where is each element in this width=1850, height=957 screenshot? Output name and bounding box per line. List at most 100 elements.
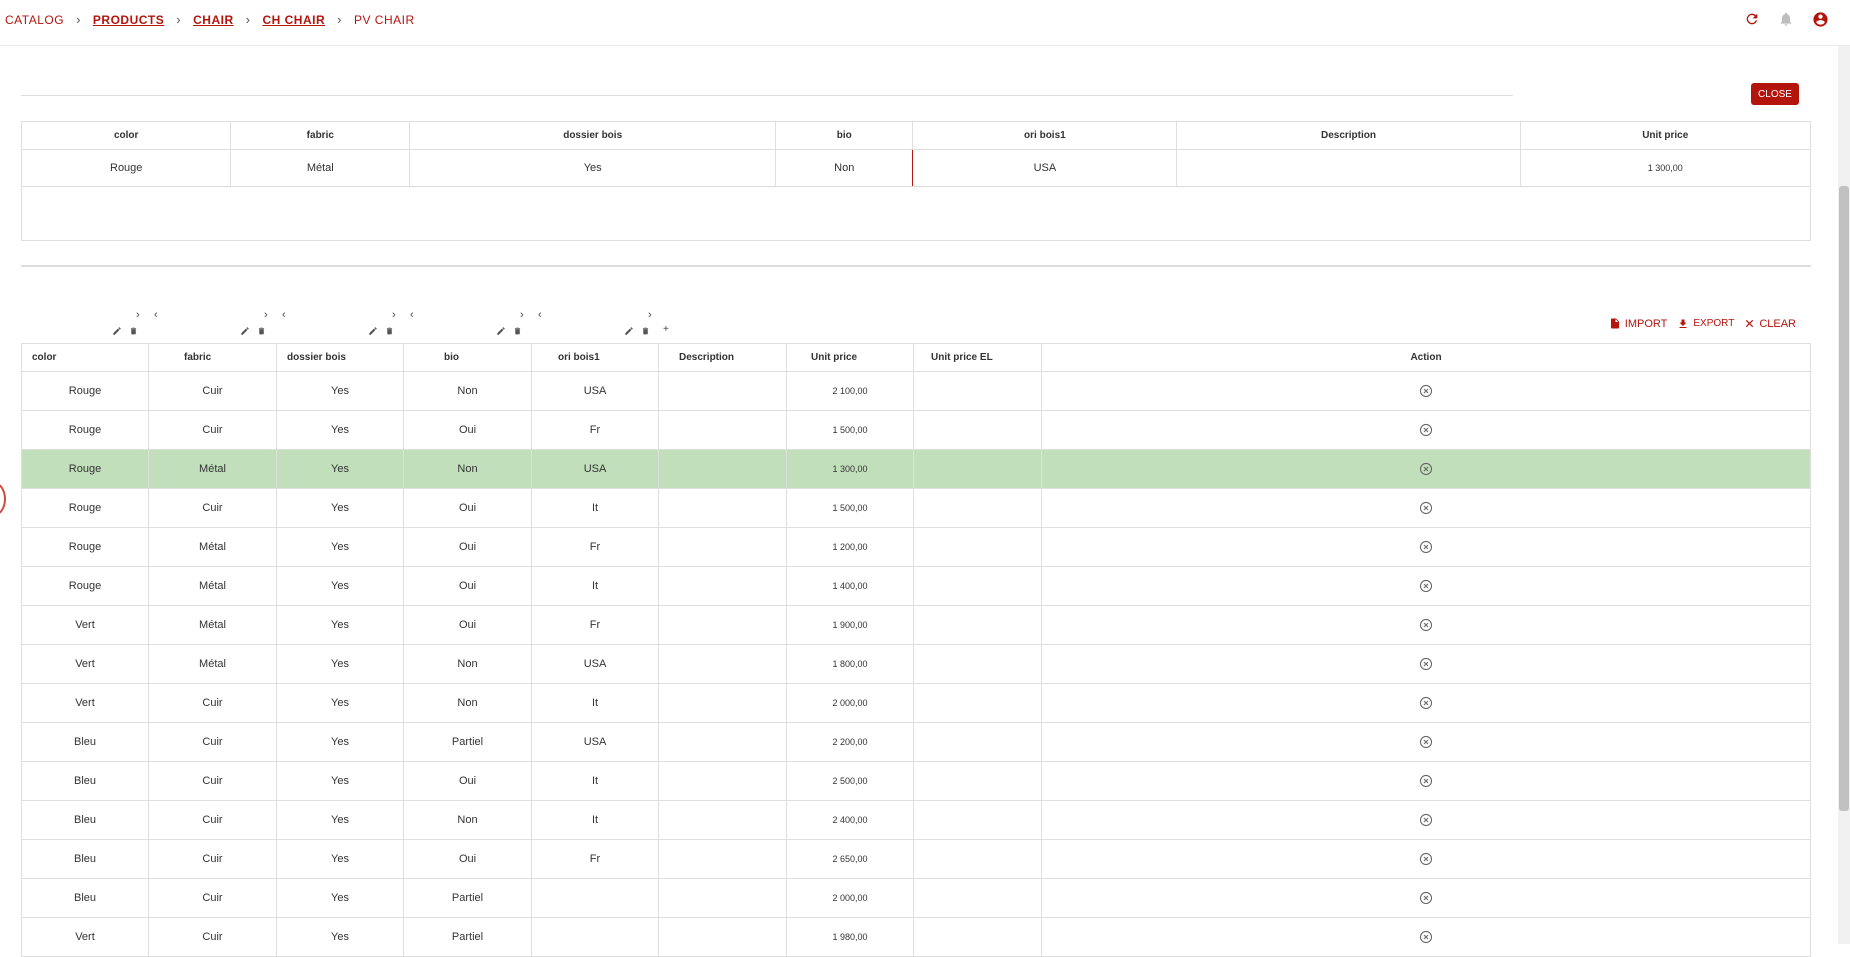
column-header[interactable]: bio xyxy=(403,343,532,372)
close-button[interactable]: CLOSE xyxy=(1751,83,1799,105)
move-column-left-icon[interactable]: ‹ xyxy=(410,309,414,321)
table-cell[interactable]: Oui xyxy=(403,761,532,801)
table-cell[interactable]: Yes xyxy=(276,683,404,723)
table-cell[interactable] xyxy=(531,878,659,918)
table-cell[interactable]: Cuir xyxy=(148,683,277,723)
move-column-left-icon[interactable]: ‹ xyxy=(282,309,286,321)
table-cell[interactable] xyxy=(658,488,787,528)
table-cell[interactable]: Cuir xyxy=(148,878,277,918)
table-cell[interactable]: Oui xyxy=(403,488,532,528)
edit-column-icon[interactable] xyxy=(624,326,634,336)
table-cell[interactable] xyxy=(658,410,787,450)
table-cell[interactable]: It xyxy=(531,800,659,840)
table-row[interactable]: Vert Métal Yes Non USA 1 800,00 xyxy=(21,644,1811,684)
table-cell[interactable] xyxy=(658,917,787,957)
column-header[interactable]: Unit price EL xyxy=(913,343,1042,372)
table-cell[interactable]: Yes xyxy=(276,644,404,684)
table-cell[interactable] xyxy=(658,683,787,723)
column-header[interactable]: fabric xyxy=(148,343,277,372)
table-cell[interactable]: Cuir xyxy=(148,488,277,528)
table-cell[interactable]: Cuir xyxy=(148,761,277,801)
table-row[interactable]: Vert Cuir Yes Partiel 1 980,00 xyxy=(21,917,1811,957)
table-row[interactable]: Bleu Cuir Yes Partiel 2 000,00 xyxy=(21,878,1811,918)
delete-column-icon[interactable] xyxy=(385,326,394,336)
table-cell[interactable]: USA xyxy=(531,644,659,684)
table-cell[interactable]: Bleu xyxy=(21,722,149,762)
delete-column-icon[interactable] xyxy=(513,326,522,336)
table-cell[interactable]: Rouge xyxy=(21,449,149,489)
remove-row-icon[interactable] xyxy=(1419,384,1433,398)
table-cell[interactable]: Non xyxy=(403,449,532,489)
table-cell[interactable]: USA xyxy=(531,449,659,489)
table-cell[interactable]: Métal xyxy=(148,644,277,684)
delete-column-icon[interactable] xyxy=(129,326,138,336)
table-cell[interactable]: Yes xyxy=(276,722,404,762)
table-cell[interactable]: Rouge xyxy=(21,488,149,528)
table-cell[interactable]: 2 500,00 xyxy=(786,761,914,801)
table-cell[interactable]: Oui xyxy=(403,410,532,450)
remove-row-icon[interactable] xyxy=(1419,813,1433,827)
remove-row-icon[interactable] xyxy=(1419,891,1433,905)
table-cell[interactable]: Partiel xyxy=(403,917,532,957)
move-column-right-icon[interactable]: › xyxy=(648,309,652,321)
table-row[interactable]: Bleu Cuir Yes Non It 2 400,00 xyxy=(21,800,1811,840)
column-header[interactable]: color xyxy=(21,343,149,372)
column-header[interactable]: Unit price xyxy=(786,343,914,372)
table-cell[interactable]: Fr xyxy=(531,410,659,450)
delete-column-icon[interactable] xyxy=(257,326,266,336)
table-cell[interactable]: Rouge xyxy=(21,371,149,411)
remove-row-icon[interactable] xyxy=(1419,618,1433,632)
remove-row-icon[interactable] xyxy=(1419,774,1433,788)
table-cell[interactable]: Bleu xyxy=(21,761,149,801)
table-cell[interactable]: Métal xyxy=(148,566,277,606)
table-cell[interactable]: 1 300,00 xyxy=(1519,149,1811,187)
table-cell[interactable]: Vert xyxy=(21,644,149,684)
table-cell[interactable] xyxy=(658,839,787,879)
table-cell[interactable]: Métal xyxy=(148,605,277,645)
table-cell[interactable]: USA xyxy=(531,722,659,762)
column-header[interactable]: ori bois1 xyxy=(531,343,659,372)
table-cell[interactable]: Yes xyxy=(276,371,404,411)
table-cell[interactable] xyxy=(913,917,1042,957)
table-cell[interactable] xyxy=(913,449,1042,489)
table-cell[interactable]: 2 400,00 xyxy=(786,800,914,840)
table-cell[interactable]: 2 100,00 xyxy=(786,371,914,411)
table-cell[interactable]: Non xyxy=(403,683,532,723)
table-cell[interactable]: Cuir xyxy=(148,839,277,879)
table-cell[interactable] xyxy=(913,644,1042,684)
table-cell[interactable]: Fr xyxy=(531,605,659,645)
table-row[interactable]: Rouge Métal Yes Oui It 1 400,00 xyxy=(21,566,1811,606)
table-row[interactable]: Bleu Cuir Yes Oui It 2 500,00 xyxy=(21,761,1811,801)
table-cell[interactable]: It xyxy=(531,488,659,528)
remove-row-icon[interactable] xyxy=(1419,735,1433,749)
table-cell[interactable]: Non xyxy=(403,644,532,684)
table-cell[interactable]: Rouge xyxy=(20,149,232,187)
table-cell[interactable]: Cuir xyxy=(148,800,277,840)
table-cell[interactable]: 2 650,00 xyxy=(786,839,914,879)
table-cell[interactable] xyxy=(913,371,1042,411)
table-cell[interactable] xyxy=(913,878,1042,918)
breadcrumb-ch-chair[interactable]: CH CHAIR xyxy=(262,13,325,27)
table-cell[interactable]: Yes xyxy=(276,761,404,801)
bell-icon[interactable] xyxy=(1776,9,1796,29)
import-button[interactable]: IMPORT xyxy=(1609,317,1667,330)
table-cell[interactable]: Bleu xyxy=(21,839,149,879)
table-cell[interactable] xyxy=(658,644,787,684)
table-cell[interactable] xyxy=(913,761,1042,801)
column-header[interactable]: Description xyxy=(658,343,787,372)
table-cell[interactable]: Rouge xyxy=(21,527,149,567)
table-cell[interactable]: 1 300,00 xyxy=(786,449,914,489)
table-cell[interactable]: It xyxy=(531,566,659,606)
table-row[interactable]: Rouge Métal Yes Oui Fr 1 200,00 xyxy=(21,527,1811,567)
table-row[interactable]: Bleu Cuir Yes Partiel USA 2 200,00 xyxy=(21,722,1811,762)
breadcrumb-catalog[interactable]: CATALOG xyxy=(5,13,64,27)
remove-row-icon[interactable] xyxy=(1419,657,1433,671)
table-cell[interactable]: 2 200,00 xyxy=(786,722,914,762)
page-scrollbar[interactable] xyxy=(1838,46,1850,944)
remove-row-icon[interactable] xyxy=(1419,501,1433,515)
move-column-right-icon[interactable]: › xyxy=(520,309,524,321)
table-cell[interactable]: Rouge xyxy=(21,566,149,606)
table-cell[interactable]: USA xyxy=(531,371,659,411)
table-row[interactable]: Bleu Cuir Yes Oui Fr 2 650,00 xyxy=(21,839,1811,879)
edit-column-icon[interactable] xyxy=(496,326,506,336)
